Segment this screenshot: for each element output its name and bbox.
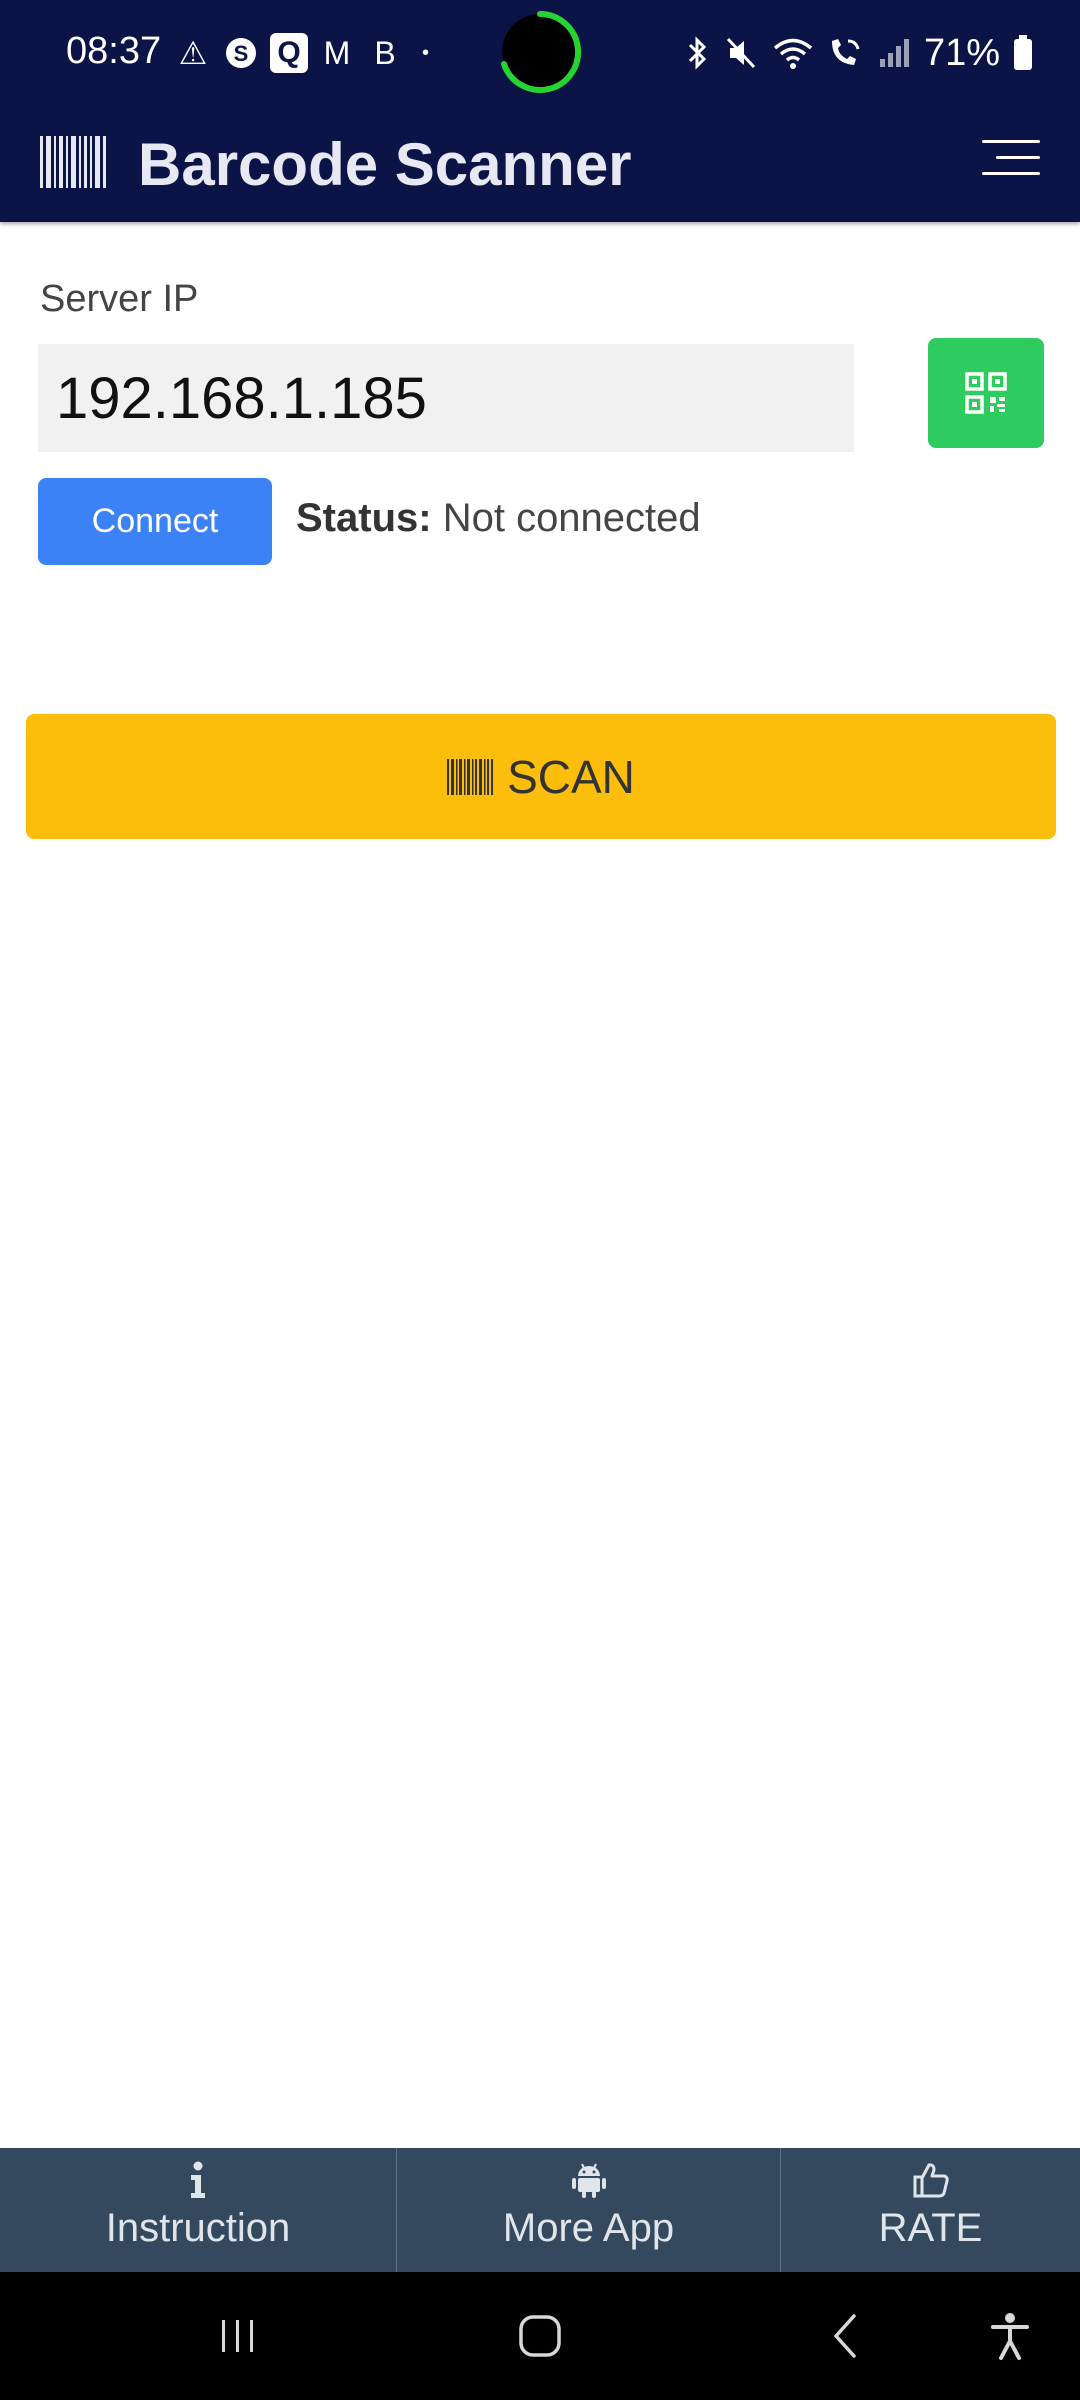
menu-line-icon [982,140,1040,143]
status-bar: 08:37 ⚠ S Q M B • 71% [0,0,1080,108]
tab-label: More App [502,2206,675,2250]
app-title: Barcode Scanner [138,131,632,198]
signal-icon [879,39,909,67]
scan-label: SCAN [507,750,635,803]
tab-label: RATE [878,2206,983,2250]
wifi-call-icon [831,39,860,65]
bixby-icon: B [374,34,396,71]
qr-code-icon [965,372,1007,414]
home-button[interactable] [510,2306,570,2366]
barcode-icon [447,758,494,795]
camera-cutout-icon [501,11,582,93]
accessibility-icon [991,2313,1029,2360]
info-icon [178,2160,218,2200]
back-icon [834,2314,856,2358]
warning-icon: ⚠ [178,35,208,71]
status-value: Not connected [442,496,701,540]
dot-icon: • [422,41,430,64]
server-ip-input[interactable] [38,344,854,452]
scan-button[interactable]: SCAN [26,714,1056,839]
back-button[interactable] [816,2306,876,2366]
recent-apps-button[interactable] [208,2306,268,2366]
home-icon [519,2315,561,2357]
connect-button[interactable]: Connect [38,478,272,565]
status-time: 08:37 [66,30,162,72]
mute-icon [726,37,756,69]
server-ip-label: Server IP [40,278,199,320]
tab-more-app[interactable]: More App [396,2148,780,2272]
menu-button[interactable] [982,134,1040,180]
tab-instruction[interactable]: Instruction [0,2148,396,2272]
system-nav-bar [0,2272,1080,2400]
barcode-logo-icon [40,136,106,188]
menu-line-icon [982,172,1040,175]
svg-text:S: S [234,41,249,66]
system-icons: 71% [682,30,1034,76]
bottom-tab-bar: Instruction More App RATE [0,2148,1080,2272]
qr-scan-button[interactable] [928,338,1044,448]
menu-line-icon [996,156,1040,159]
skype-icon: S [222,33,260,73]
wifi-icon [773,38,813,69]
q-app-icon: Q [270,33,308,73]
recent-apps-icon [222,2320,253,2352]
tab-rate[interactable]: RATE [780,2148,1080,2272]
android-icon [569,2160,609,2200]
gmail-icon: M [323,34,351,71]
battery-icon [1014,35,1032,70]
thumbs-up-icon [911,2160,951,2200]
app-bar: Barcode Scanner [0,108,1080,222]
tab-label: Instruction [105,2206,291,2250]
notification-icons: ⚠ S Q M B • [174,30,429,76]
battery-percentage: 71% [923,31,1000,74]
status-key: Status: [296,496,432,540]
bluetooth-icon [688,36,707,70]
accessibility-button[interactable] [980,2306,1040,2366]
connection-status: Status: Not connected [296,496,701,541]
